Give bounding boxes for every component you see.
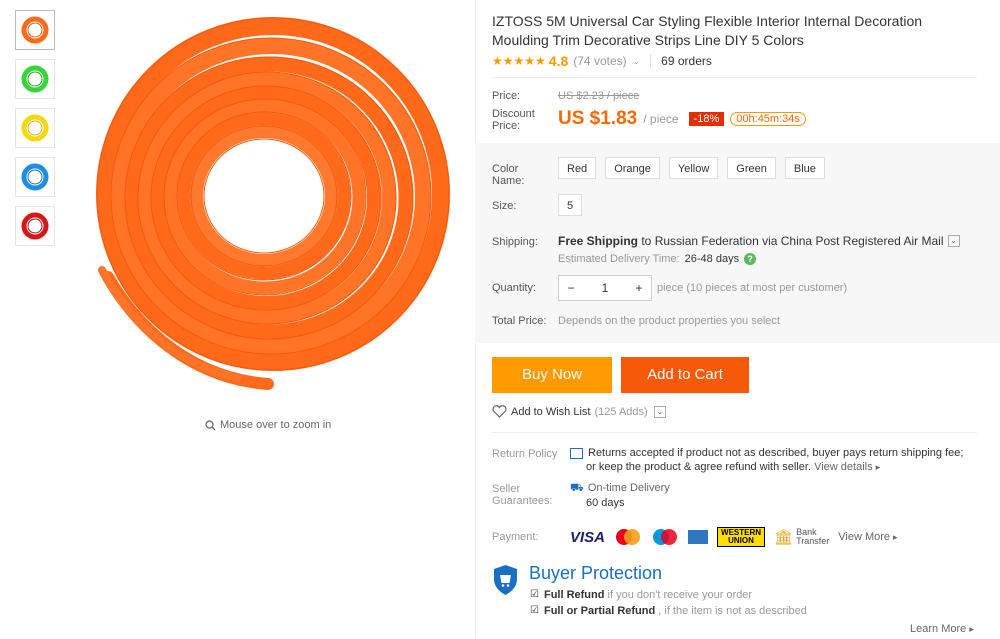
thumb-green[interactable]	[15, 59, 55, 99]
color-option-orange[interactable]: Orange	[605, 157, 660, 179]
chevron-right-icon: ▸	[893, 531, 898, 542]
shipping-route: to Russian Federation via China Post Reg…	[638, 234, 944, 248]
quantity-input[interactable]: 1	[583, 281, 627, 295]
add-to-wishlist-link[interactable]: Add to Wish List	[511, 406, 590, 418]
buyer-protection-list: ☑ Full Refund if you don't receive your …	[530, 589, 807, 617]
add-to-cart-button[interactable]: Add to Cart	[621, 357, 749, 393]
seller-guarantees-label: Seller Guarantees:	[492, 483, 553, 507]
delivery-estimate-value: 26-48 days	[684, 253, 740, 265]
buy-now-button[interactable]: Buy Now	[492, 357, 612, 393]
total-price-value: Depends on the product properties you se…	[558, 315, 780, 327]
magnifier-icon	[205, 419, 216, 430]
price-unit: / piece	[643, 112, 679, 126]
discount-badge: -18%	[688, 112, 725, 126]
shipping-info: Free Shipping to Russian Federation via …	[558, 234, 960, 248]
bank-transfer-icon: 🏛 Bank Transfer	[774, 527, 830, 547]
thumbnail-list	[15, 10, 55, 255]
wishlist-count: (125 Adds)	[594, 405, 648, 418]
thumb-yellow[interactable]	[15, 108, 55, 148]
product-title: IZTOSS 5M Universal Car Styling Flexible…	[492, 13, 923, 48]
chevron-right-icon: ▸	[875, 462, 881, 472]
size-option-5[interactable]: 5	[558, 194, 583, 216]
free-shipping-text: Free Shipping	[558, 234, 639, 248]
help-icon[interactable]: ?	[744, 253, 757, 265]
shipping-dropdown-icon[interactable]: ⌄	[947, 235, 960, 247]
payment-methods: VISA WESTERN UNION 🏛 Bank Transfer View Mo…	[570, 527, 898, 547]
main-product-image[interactable]	[68, 12, 468, 412]
thumb-blue[interactable]	[15, 157, 55, 197]
quantity-stepper: − 1 +	[558, 275, 652, 301]
heart-icon[interactable]	[492, 405, 507, 418]
thumb-orange[interactable]	[15, 10, 55, 50]
quantity-decrease-button[interactable]: −	[559, 281, 583, 295]
color-name-label: Color Name:	[492, 163, 525, 187]
seller-guarantees: ⛟ On-time Delivery 60 days	[570, 482, 670, 509]
visa-icon: VISA	[570, 528, 606, 546]
checkbox-icon: ☑	[530, 589, 539, 600]
delivery-estimate-label: Estimated Delivery Time:	[558, 253, 680, 265]
shield-icon	[494, 565, 517, 595]
total-price-label: Total Price:	[492, 315, 547, 327]
quantity-note: piece (10 pieces at most per customer)	[657, 282, 848, 294]
color-option-blue[interactable]: Blue	[784, 157, 825, 179]
learn-more-link[interactable]: Learn More ▸	[910, 623, 974, 635]
payment-label: Payment:	[492, 531, 539, 543]
rating-value: 4.8	[548, 53, 569, 69]
wishlist-dropdown-icon[interactable]: ⌄	[653, 405, 666, 418]
wishlist-row: Add to Wish List (125 Adds) ⌄	[492, 405, 666, 418]
quantity-increase-button[interactable]: +	[627, 281, 651, 295]
color-options: Red Orange Yellow Green Blue	[558, 157, 825, 179]
divider	[492, 77, 977, 78]
quantity-label: Quantity:	[492, 282, 537, 294]
color-option-yellow[interactable]: Yellow	[668, 157, 719, 179]
view-details-link[interactable]: View details	[814, 461, 873, 473]
return-policy-icon	[570, 447, 583, 459]
chevron-down-icon[interactable]: ⌄	[633, 56, 641, 67]
return-policy-text: Returns accepted if product not as descr…	[570, 446, 963, 474]
view-more-payment-link[interactable]: View More	[838, 531, 890, 543]
thumb-red[interactable]	[15, 206, 55, 246]
mastercard-icon	[616, 529, 641, 545]
delivery-truck-icon: ⛟	[570, 482, 584, 494]
maestro-icon	[653, 529, 678, 545]
checkbox-icon: ☑	[530, 605, 539, 616]
orders-count: 69 orders	[661, 54, 712, 68]
zoom-hint-text: Mouse over to zoom in	[220, 419, 332, 431]
shipping-label: Shipping:	[492, 236, 538, 248]
return-policy-label: Return Policy	[492, 448, 558, 460]
divider	[650, 54, 652, 68]
zoom-hint: Mouse over to zoom in	[205, 419, 331, 431]
divider	[492, 432, 977, 433]
guarantee-days: 60 days	[586, 497, 625, 509]
discount-price-row: US $1.83 / piece -18% 00h:45m:34s	[558, 108, 806, 130]
countdown-timer: 00h:45m:34s	[730, 112, 806, 126]
size-label: Size:	[492, 200, 517, 212]
buyer-protection-title: Buyer Protection	[529, 563, 663, 583]
star-rating-icon: ★★★★★	[492, 54, 546, 68]
discount-price-label: Discount Price:	[492, 108, 535, 132]
delivery-estimate: Estimated Delivery Time: 26-48 days ?	[558, 253, 757, 265]
color-option-red[interactable]: Red	[558, 157, 597, 179]
color-option-green[interactable]: Green	[727, 157, 776, 179]
discount-price: US $1.83	[558, 108, 638, 129]
price-label: Price:	[492, 90, 521, 102]
votes-link[interactable]: (74 votes)	[573, 54, 626, 68]
western-union-icon: WESTERN UNION	[717, 527, 766, 547]
original-price: US $2.23 / piece	[558, 90, 640, 102]
amex-icon	[688, 530, 709, 544]
rating-row: ★★★★★ 4.8 (74 votes) ⌄ 69 orders	[492, 53, 712, 69]
